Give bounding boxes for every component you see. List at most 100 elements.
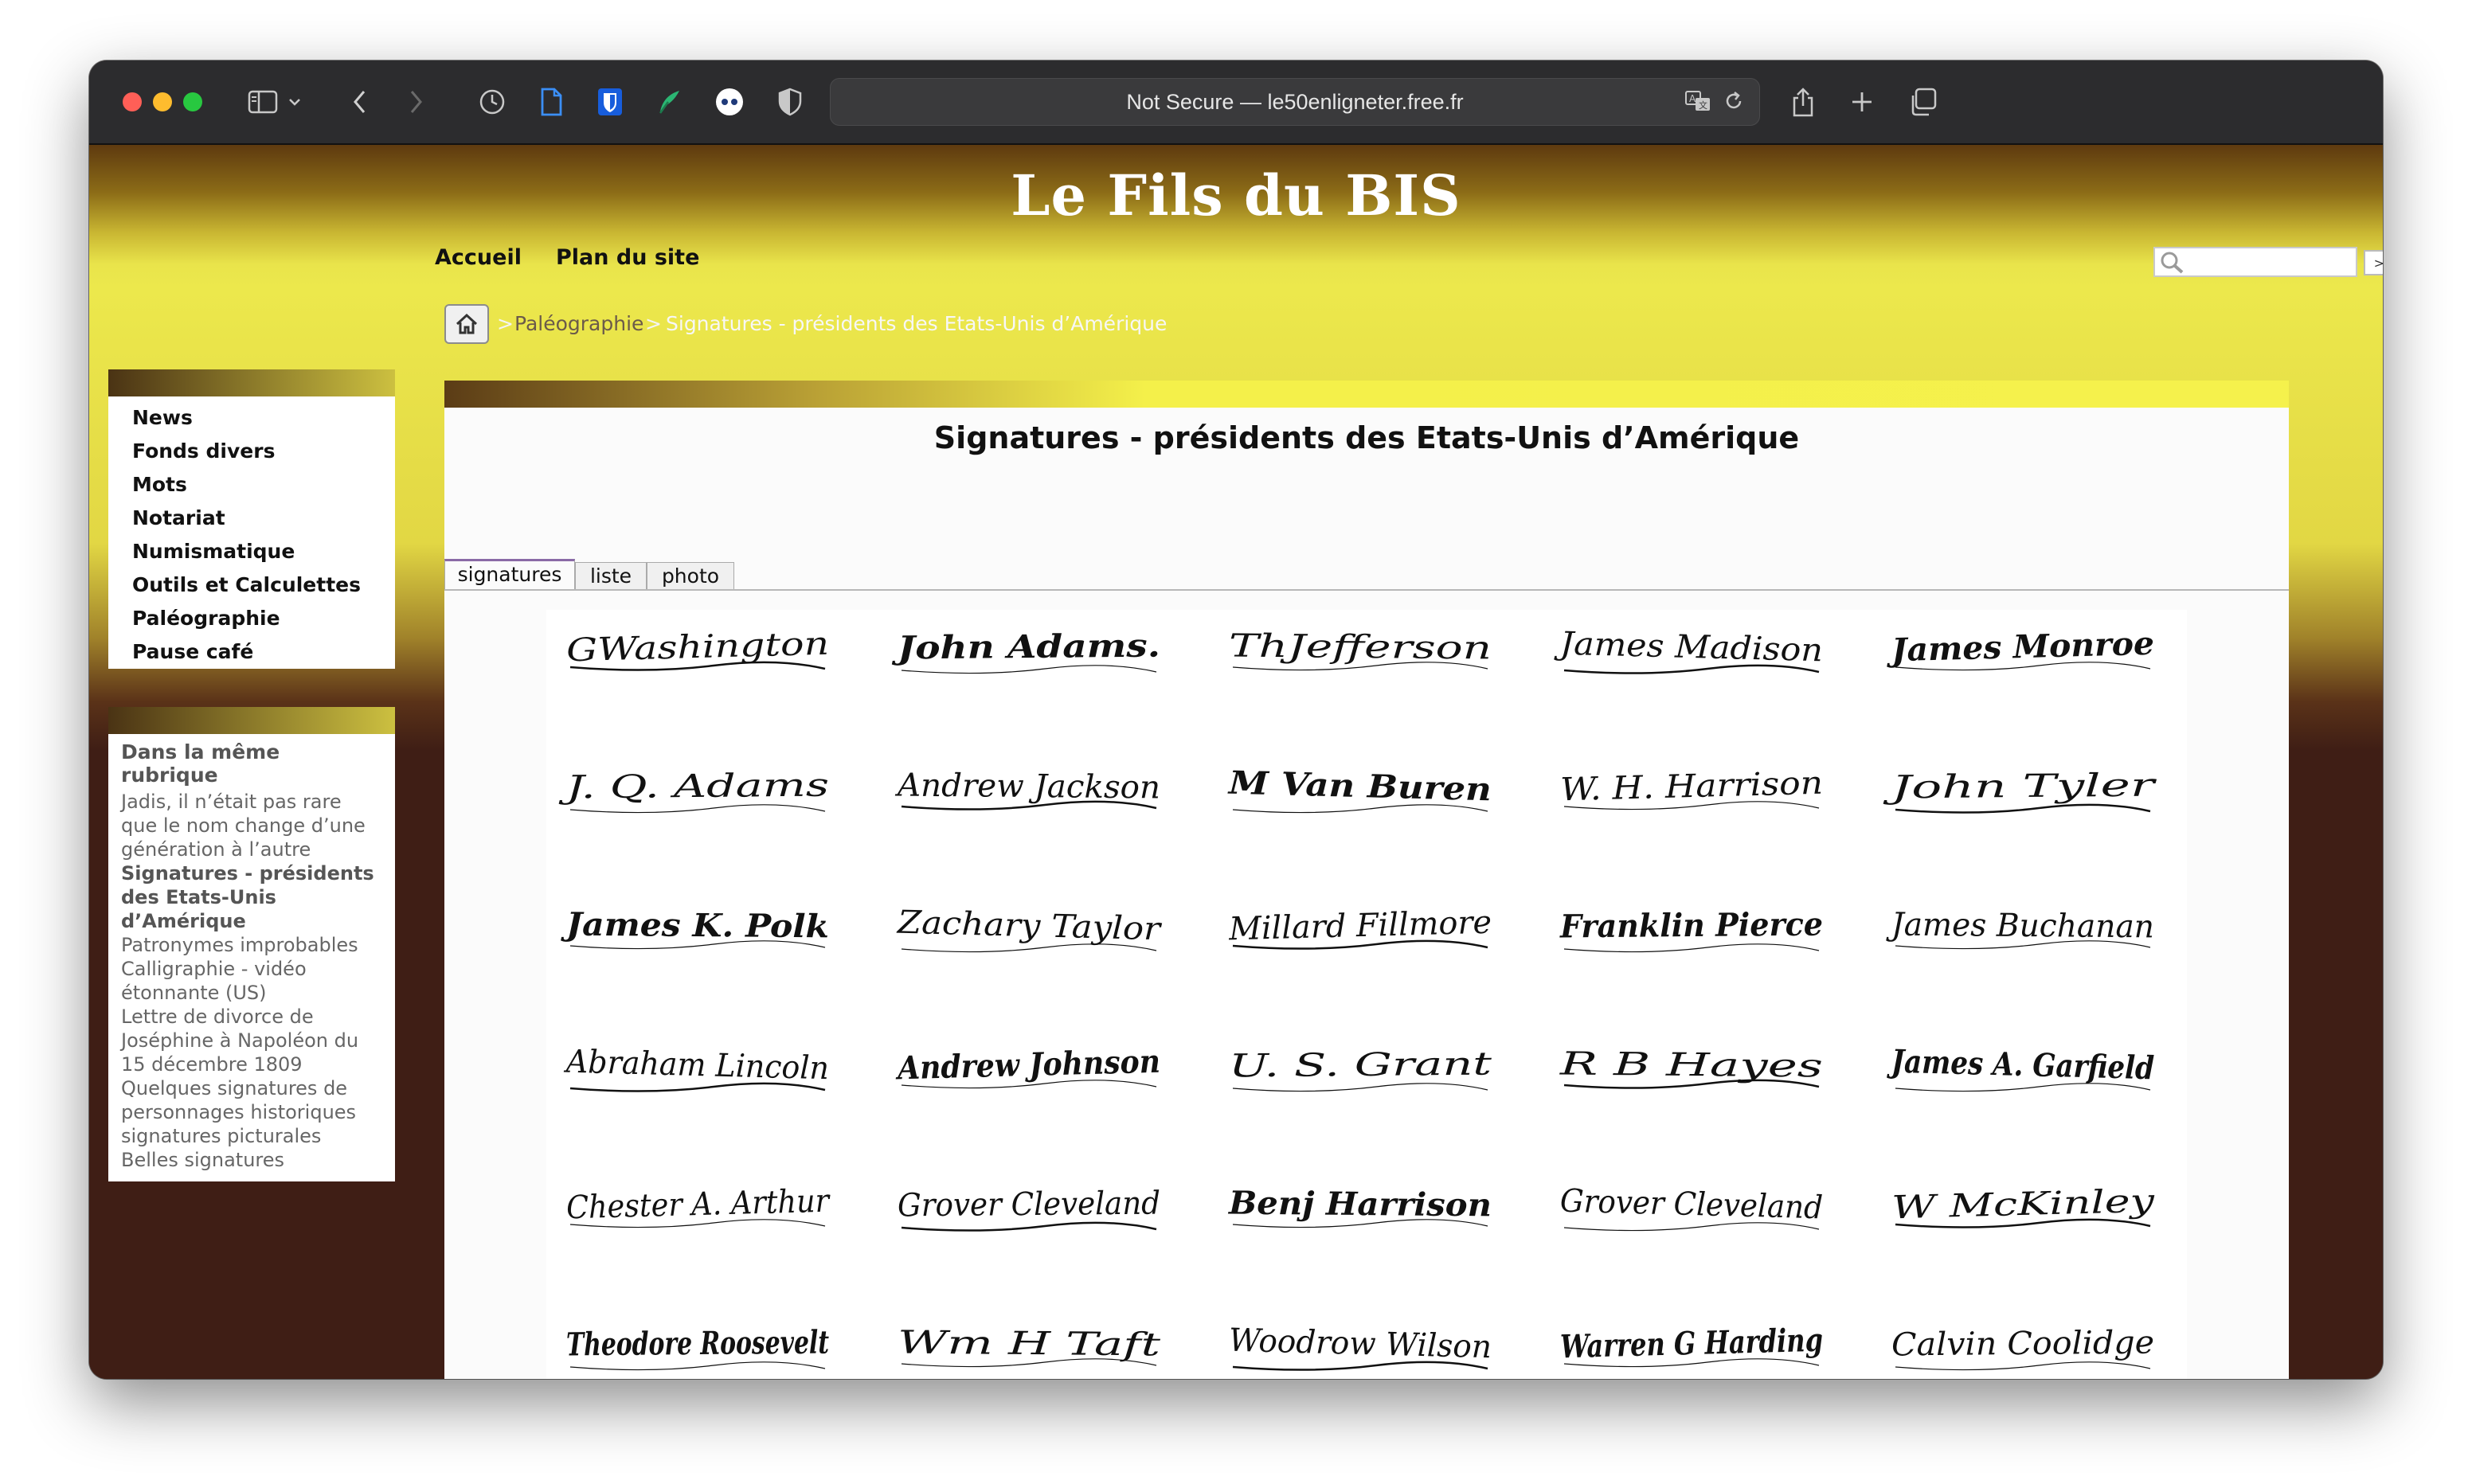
share-icon[interactable]	[1786, 84, 1821, 119]
menu-item-news[interactable]: News	[108, 401, 395, 435]
svg-text:Warren G Harding: Warren G Harding	[1559, 1322, 1823, 1366]
tab-liste[interactable]: liste	[575, 562, 647, 590]
svg-text:John Tyler: John Tyler	[1883, 767, 2158, 806]
forward-icon[interactable]	[398, 84, 433, 119]
svg-text:Chester A. Arthur: Chester A. Arthur	[566, 1183, 832, 1227]
nav-accueil[interactable]: Accueil	[435, 245, 522, 270]
same-section-header	[108, 707, 395, 734]
tab-photo[interactable]: photo	[647, 562, 734, 590]
browser-toolbar: Not Secure — le50enligneter.free.fr A文	[89, 61, 2383, 145]
close-window-button[interactable]	[123, 92, 142, 111]
site-logo[interactable]: Le Fils du BIS	[89, 162, 2383, 228]
search-icon	[2161, 252, 2184, 274]
signature-image: U. S. Grant	[1209, 1012, 1512, 1115]
signature-image: R B Hayes	[1540, 1012, 1843, 1115]
sidebar-toggle-icon[interactable]	[245, 84, 280, 119]
breadcrumb-separator: >	[645, 312, 662, 335]
signature-image: M Van Buren	[1209, 733, 1512, 837]
signature-image: Andrew Johnson	[878, 1012, 1180, 1115]
signature-image: ThJefferson	[1209, 594, 1512, 697]
signature-image: Chester A. Arthur	[546, 1151, 849, 1255]
feather-extension-icon[interactable]	[651, 84, 686, 119]
signature-image: James K. Polk	[546, 873, 849, 976]
home-icon[interactable]	[444, 304, 489, 344]
same-section-link[interactable]: Jadis, il n’était pas rare que le nom ch…	[108, 790, 395, 861]
chevron-down-icon[interactable]	[285, 84, 304, 119]
svg-text:Grover Cleveland: Grover Cleveland	[1559, 1183, 1823, 1227]
dots-extension-icon[interactable]	[712, 84, 747, 119]
svg-text:Zachary Taylor: Zachary Taylor	[895, 904, 1163, 948]
menu-item-outils[interactable]: Outils et Calculettes	[108, 568, 395, 602]
svg-text:Andrew Jackson: Andrew Jackson	[894, 767, 1160, 806]
same-section-link[interactable]: Calligraphie - vidéo étonnante (US)	[108, 957, 395, 1005]
translate-icon[interactable]: A文	[1684, 90, 1711, 115]
history-icon[interactable]	[475, 84, 510, 119]
svg-text:U. S. Grant: U. S. Grant	[1229, 1046, 1493, 1085]
same-section-link-current[interactable]: Signatures - présidents des Etats-Unis d…	[108, 861, 395, 933]
signature-image: GWashington	[546, 594, 849, 697]
content-header-bar	[444, 381, 2289, 408]
signature-image: Zachary Taylor	[878, 873, 1180, 976]
signature-image: James A. Garfield	[1872, 1012, 2174, 1115]
zoom-window-button[interactable]	[183, 92, 202, 111]
menu-item-mots[interactable]: Mots	[108, 468, 395, 502]
menu-item-paleographie[interactable]: Paléographie	[108, 602, 395, 635]
svg-text:Calvin Coolidge: Calvin Coolidge	[1891, 1325, 2154, 1364]
privacy-shield-icon[interactable]	[772, 84, 808, 119]
signature-image: Abraham Lincoln	[546, 1012, 849, 1115]
tab-signatures[interactable]: signatures	[444, 559, 575, 590]
signature-image: Andrew Jackson	[878, 733, 1180, 837]
browser-window: Not Secure — le50enligneter.free.fr A文 L…	[89, 61, 2383, 1379]
svg-text:R B Hayes: R B Hayes	[1559, 1046, 1823, 1085]
svg-text:Wm H Taft: Wm H Taft	[898, 1325, 1162, 1364]
document-icon[interactable]	[534, 84, 569, 119]
signature-image: J. Q. Adams	[546, 733, 849, 837]
breadcrumb-separator: >	[497, 312, 514, 335]
svg-text:W. H. Harrison: W. H. Harrison	[1560, 765, 1824, 809]
same-section-link[interactable]: signatures picturales	[108, 1124, 395, 1148]
menu-item-notariat[interactable]: Notariat	[108, 502, 395, 535]
svg-text:Andrew Johnson: Andrew Johnson	[894, 1043, 1161, 1088]
sidebar-menu: News Fonds divers Mots Notariat Numismat…	[108, 369, 395, 669]
same-section-link[interactable]: Belles signatures	[108, 1148, 395, 1172]
svg-text:Abraham Lincoln: Abraham Lincoln	[563, 1044, 830, 1088]
signature-image: Grover Cleveland	[878, 1151, 1180, 1255]
same-section-link[interactable]: Quelques signatures de personnages histo…	[108, 1076, 395, 1124]
breadcrumb-paleographie[interactable]: Paléographie	[514, 312, 643, 335]
svg-text:Grover Cleveland: Grover Cleveland	[898, 1185, 1160, 1224]
menu-item-fonds-divers[interactable]: Fonds divers	[108, 435, 395, 468]
svg-text:M Van Buren: M Van Buren	[1226, 764, 1492, 809]
signature-image: James Monroe	[1872, 594, 2174, 697]
new-tab-icon[interactable]	[1844, 84, 1879, 119]
web-page: Le Fils du BIS Accueil Plan du site >> N…	[89, 145, 2383, 1379]
address-bar[interactable]: Not Secure — le50enligneter.free.fr A文	[830, 78, 1760, 126]
bitwarden-icon[interactable]	[593, 84, 628, 119]
signature-image: John Adams.	[878, 594, 1180, 697]
address-text: Not Secure — le50enligneter.free.fr	[1126, 90, 1464, 114]
svg-text:James Monroe: James Monroe	[1885, 625, 2154, 670]
menu-item-pause-cafe[interactable]: Pause café	[108, 635, 395, 669]
search-button[interactable]: >>	[2364, 250, 2383, 275]
signature-image: W McKinley	[1872, 1151, 2174, 1255]
nav-plan-du-site[interactable]: Plan du site	[556, 245, 699, 270]
svg-text:John Adams.: John Adams.	[891, 627, 1161, 667]
svg-text:James Madison: James Madison	[1554, 625, 1824, 669]
search-input[interactable]	[2153, 247, 2357, 277]
menu-item-numismatique[interactable]: Numismatique	[108, 535, 395, 568]
same-section-link[interactable]: Patronymes improbables	[108, 933, 395, 957]
svg-text:James K. Polk: James K. Polk	[560, 905, 829, 945]
main-content: Signatures - présidents des Etats-Unis d…	[444, 408, 2289, 1379]
signature-image: Grover Cleveland	[1540, 1151, 1843, 1255]
svg-text:文: 文	[1699, 100, 1707, 111]
minimize-window-button[interactable]	[153, 92, 172, 111]
tab-overview-icon[interactable]	[1905, 84, 1940, 119]
reload-icon[interactable]	[1723, 90, 1745, 115]
back-icon[interactable]	[342, 84, 377, 119]
svg-text:James Buchanan: James Buchanan	[1886, 907, 2154, 946]
signature-image: Franklin Pierce	[1540, 873, 1843, 976]
signature-image: James Madison	[1540, 594, 1843, 697]
same-section-link[interactable]: Lettre de divorce de Joséphine à Napoléo…	[108, 1005, 395, 1076]
svg-text:Benj Harrison: Benj Harrison	[1228, 1185, 1492, 1224]
signature-image: Woodrow Wilson	[1209, 1291, 1512, 1379]
signature-image: Millard Fillmore	[1209, 873, 1512, 976]
